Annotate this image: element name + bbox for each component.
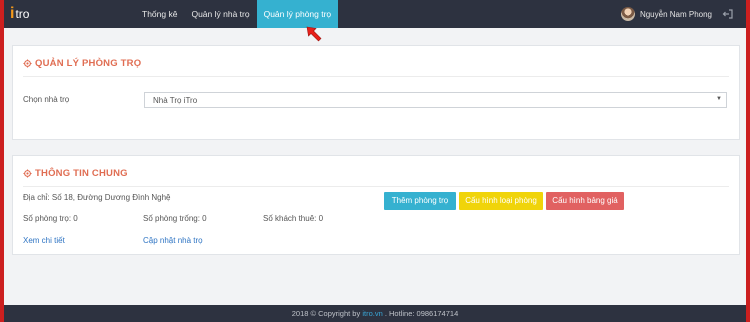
username[interactable]: Nguyễn Nam Phong xyxy=(640,10,712,19)
caret-down-icon: ▼ xyxy=(716,96,722,102)
nav-quan-ly-phong-tro[interactable]: Quản lý phòng trọ xyxy=(256,0,339,28)
guest-count: Số khách thuê: 0 xyxy=(263,214,324,223)
divider xyxy=(23,186,729,187)
select-house-value: Nhà Trọ iTro xyxy=(153,96,198,105)
gear-icon xyxy=(23,58,32,68)
footer-hotline: . Hotline: 0986174714 xyxy=(382,309,459,318)
red-arrow-pointer-icon xyxy=(306,26,322,42)
logo-i: i xyxy=(10,5,15,22)
top-navbar: i tro Thống kê Quản lý nhà trọ Quản lý p… xyxy=(4,0,746,28)
footer: 2018 © Copyright by itro.vn . Hotline: 0… xyxy=(4,305,746,322)
panel-info-title-text: THÔNG TIN CHUNG xyxy=(35,167,128,179)
price-table-config-button[interactable]: Cấu hình bảng giá xyxy=(546,192,624,210)
select-house-dropdown[interactable]: Nhà Trọ iTro ▼ xyxy=(144,92,727,108)
screenshot-frame-right xyxy=(746,0,750,322)
panel-rooms-title-text: QUẢN LÝ PHÒNG TRỌ xyxy=(35,57,142,69)
room-count: Số phòng trọ: 0 xyxy=(23,214,78,223)
user-menu[interactable]: Nguyễn Nam Phong xyxy=(620,0,734,28)
empty-room-count: Số phòng trống: 0 xyxy=(143,214,207,223)
panel-rooms-title: QUẢN LÝ PHÒNG TRỌ xyxy=(23,56,141,70)
avatar[interactable] xyxy=(620,7,635,21)
room-type-config-button[interactable]: Cấu hình loại phòng xyxy=(459,192,543,210)
nav-thong-ke[interactable]: Thống kê xyxy=(135,0,184,28)
nav-quan-ly-nha-tro[interactable]: Quản lý nhà trọ xyxy=(184,0,256,28)
footer-prefix: 2018 © Copyright by xyxy=(291,309,363,318)
address-text: Địa chỉ: Số 18, Đường Dương Đình Nghệ xyxy=(23,193,171,202)
screenshot-frame-left xyxy=(0,0,4,322)
view-details-link[interactable]: Xem chi tiết xyxy=(23,236,65,245)
select-house-label: Chọn nhà trọ xyxy=(23,95,70,104)
logo-tro: tro xyxy=(15,7,30,21)
panel-manage-rooms: QUẢN LÝ PHÒNG TRỌ Chọn nhà trọ Nhà Trọ i… xyxy=(12,45,740,140)
panel-info-title: THÔNG TIN CHUNG xyxy=(23,166,128,180)
panel-general-info: THÔNG TIN CHUNG Địa chỉ: Số 18, Đường Dư… xyxy=(12,155,740,255)
divider xyxy=(23,76,729,77)
logout-icon[interactable] xyxy=(722,8,734,20)
add-room-button[interactable]: Thêm phòng trọ xyxy=(384,192,456,210)
footer-site-link[interactable]: itro.vn xyxy=(362,309,382,318)
update-house-link[interactable]: Cập nhật nhà trọ xyxy=(143,236,203,245)
gear-icon xyxy=(23,168,32,178)
itro-logo[interactable]: i tro xyxy=(10,4,29,24)
